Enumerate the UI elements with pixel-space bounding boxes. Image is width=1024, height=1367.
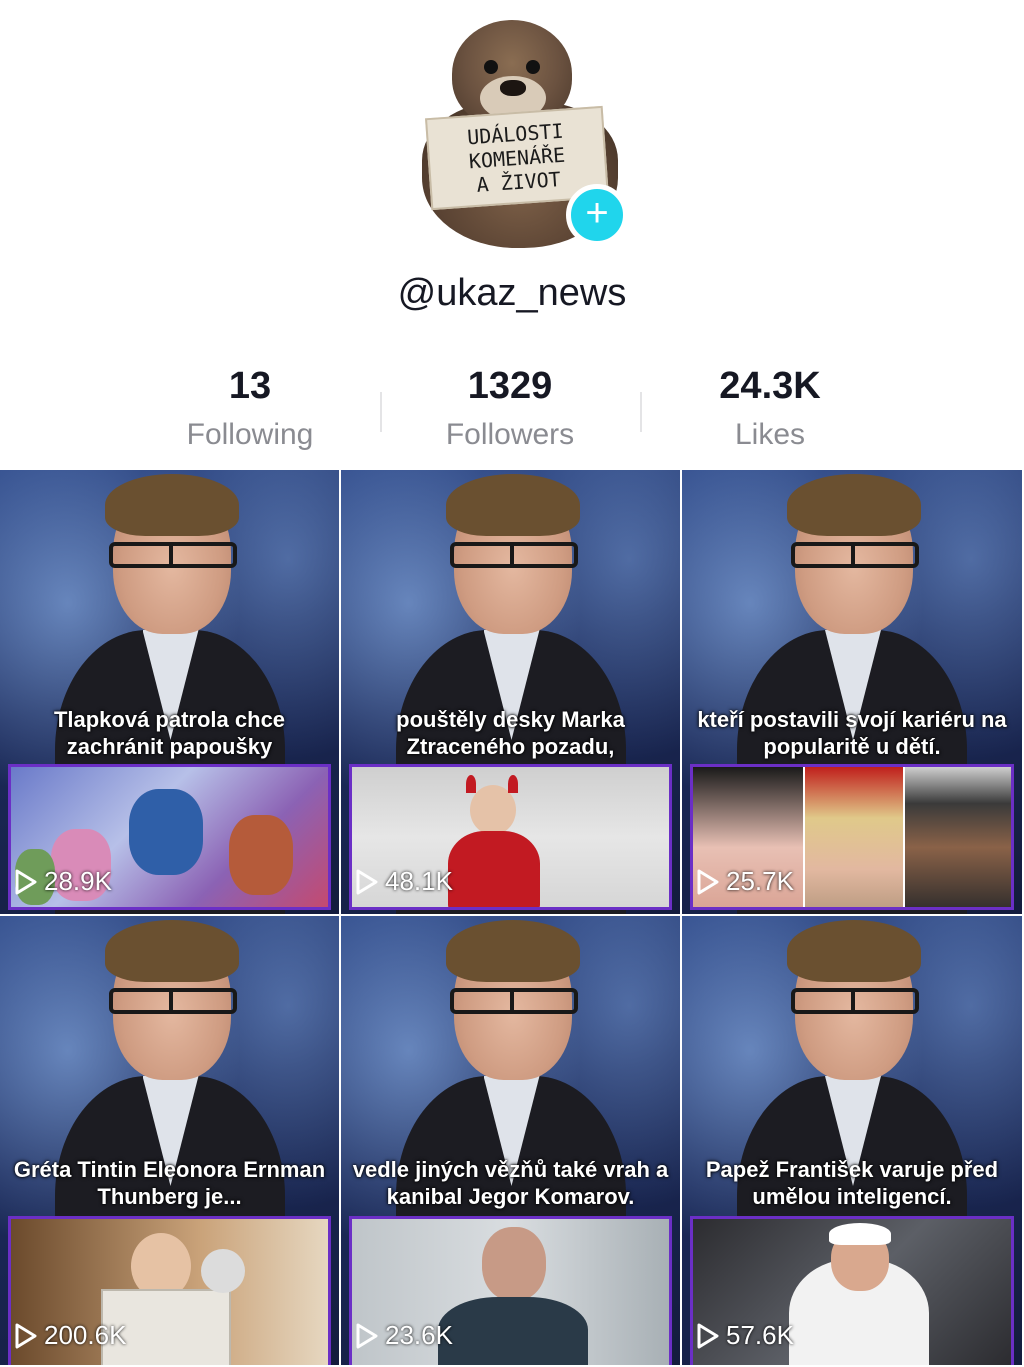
play-icon <box>697 869 719 894</box>
video-caption: pouštěly desky Marka Ztraceného pozadu, <box>396 707 625 759</box>
follow-plus-button[interactable]: + <box>566 184 628 246</box>
video-tile[interactable]: pouštěly desky Marka Ztraceného pozadu, … <box>341 470 682 916</box>
sign-line: A ŽIVOT <box>475 167 562 197</box>
stat-label: Followers <box>445 418 575 451</box>
view-count: 25.7K <box>696 866 794 897</box>
stat-following[interactable]: 13 Following <box>120 364 380 464</box>
view-count-text: 25.7K <box>726 866 794 896</box>
username: @ukaz_news <box>397 272 627 314</box>
view-count-text: 23.6K <box>385 1320 453 1350</box>
play-icon <box>697 1323 719 1348</box>
stat-likes[interactable]: 24.3K Likes <box>640 364 900 464</box>
play-icon <box>15 1323 37 1348</box>
view-count: 23.6K <box>355 1320 453 1351</box>
play-icon <box>356 869 378 894</box>
view-count: 57.6K <box>696 1320 794 1351</box>
video-grid: Tlapková patrola chce zachránit papoušky… <box>0 470 1024 1367</box>
plus-icon: + <box>585 191 609 235</box>
stat-value: 13 <box>228 365 272 407</box>
video-tile[interactable]: kteří postavili svojí kariéru na popular… <box>682 470 1024 916</box>
play-icon <box>356 1323 378 1348</box>
video-caption: kteří postavili svojí kariéru na popular… <box>697 707 1007 759</box>
view-count-text: 48.1K <box>385 866 453 896</box>
view-count: 48.1K <box>355 866 453 897</box>
view-count: 28.9K <box>14 866 112 897</box>
video-tile[interactable]: Gréta Tintin Eleonora Ernman Thunberg je… <box>0 916 341 1367</box>
stat-value: 1329 <box>467 365 553 407</box>
view-count: 200.6K <box>14 1320 126 1351</box>
stat-label: Following <box>186 418 314 451</box>
play-icon <box>15 869 37 894</box>
video-tile[interactable]: Tlapková patrola chce zachránit papoušky… <box>0 470 341 916</box>
profile-stats: 13 Following 1329 Followers 24.3K Likes <box>120 364 900 464</box>
video-caption: Tlapková patrola chce zachránit papoušky <box>53 707 286 759</box>
video-tile[interactable]: Papež František varuje před umělou intel… <box>682 916 1024 1367</box>
stat-followers[interactable]: 1329 Followers <box>380 364 640 464</box>
video-caption: vedle jiných vězňů také vrah a kanibal J… <box>352 1157 669 1209</box>
video-tile[interactable]: vedle jiných vězňů také vrah a kanibal J… <box>341 916 682 1367</box>
video-caption: Gréta Tintin Eleonora Ernman Thunberg je… <box>13 1157 326 1209</box>
profile-avatar[interactable]: UDÁLOSTI KOMENÁŘE A ŽIVOT + <box>408 12 630 250</box>
view-count-text: 200.6K <box>44 1320 127 1350</box>
stat-label: Likes <box>734 418 806 451</box>
view-count-text: 28.9K <box>44 866 112 896</box>
view-count-text: 57.6K <box>726 1320 794 1350</box>
stat-value: 24.3K <box>719 365 821 407</box>
video-caption: Papež František varuje před umělou intel… <box>705 1157 999 1209</box>
